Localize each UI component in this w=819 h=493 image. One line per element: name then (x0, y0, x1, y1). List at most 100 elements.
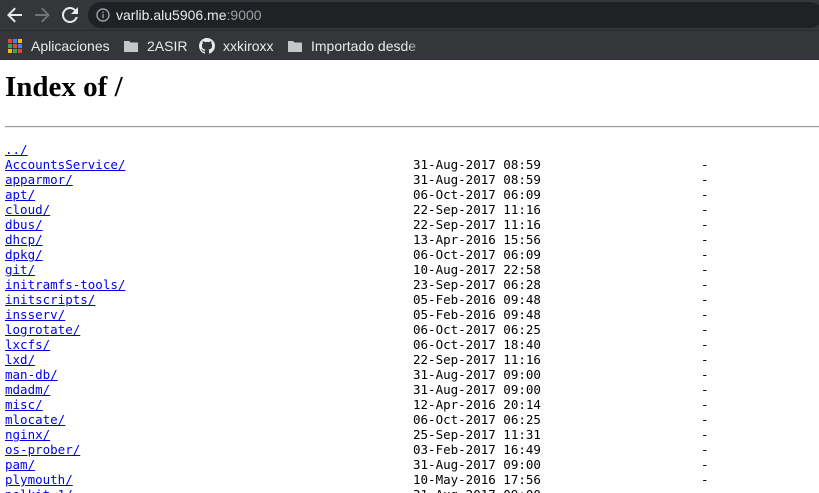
bookmark-xxkiroxx[interactable]: xxkiroxx (199, 37, 274, 55)
forward-button[interactable] (32, 5, 52, 25)
arrow-left-icon (7, 7, 22, 23)
entry-size: - (701, 427, 709, 442)
list-item: insserv/05-Feb-2016 09:48 - (5, 307, 819, 322)
entry-size: - (701, 232, 709, 247)
entry-link[interactable]: lxd/ (5, 352, 35, 367)
list-item: mdadm/31-Aug-2017 09:00 - (5, 382, 819, 397)
entry-size: - (701, 382, 709, 397)
url-port: :9000 (226, 7, 262, 23)
entry-link[interactable]: man-db/ (5, 367, 58, 382)
folder-icon (288, 41, 302, 52)
entry-date: 31-Aug-2017 09:00 (413, 382, 541, 397)
entry-date: 03-Feb-2017 16:49 (413, 442, 541, 457)
list-item: man-db/31-Aug-2017 09:00 - (5, 367, 819, 382)
entry-date: 31-Aug-2017 08:59 (413, 157, 541, 172)
info-icon[interactable] (96, 8, 110, 22)
entry-date: 31-Aug-2017 08:59 (413, 172, 541, 187)
entry-date: 05-Feb-2016 09:48 (413, 292, 541, 307)
list-item: apparmor/31-Aug-2017 08:59 - (5, 172, 819, 187)
reload-button[interactable] (60, 5, 80, 25)
entry-date: 23-Sep-2017 06:28 (413, 277, 541, 292)
entry-size: - (701, 157, 709, 172)
entry-date: 25-Sep-2017 11:31 (413, 427, 541, 442)
entry-link[interactable]: dhcp/ (5, 232, 43, 247)
list-item: pam/31-Aug-2017 09:00 - (5, 457, 819, 472)
folder-icon (124, 41, 138, 52)
entry-size: - (701, 172, 709, 187)
back-button[interactable] (5, 5, 25, 25)
entry-link[interactable]: mdadm/ (5, 382, 50, 397)
list-item: lxcfs/06-Oct-2017 18:40 - (5, 337, 819, 352)
entry-size: - (701, 472, 709, 487)
entry-date: 06-Oct-2017 06:25 (413, 322, 541, 337)
bookmark-apps[interactable]: Aplicaciones (7, 37, 110, 55)
url-text[interactable]: varlib.alu5906.me:9000 (116, 6, 262, 24)
entry-size: - (701, 412, 709, 427)
entry-link[interactable]: nginx/ (5, 427, 50, 442)
bookmark-label: 2ASIR (147, 38, 188, 54)
entry-date: 22-Sep-2017 11:16 (413, 352, 541, 367)
bookmark-importado[interactable]: Importado desde (287, 37, 427, 55)
reload-icon (62, 7, 78, 23)
entry-link[interactable]: plymouth/ (5, 472, 73, 487)
entry-date: 31-Aug-2017 09:00 (413, 457, 541, 472)
bookmark-label: Aplicaciones (31, 38, 110, 54)
entry-size: - (701, 337, 709, 352)
entry-date: 22-Sep-2017 11:16 (413, 202, 541, 217)
list-item: git/10-Aug-2017 22:58 - (5, 262, 819, 277)
bookmark-label: xxkiroxx (223, 38, 274, 54)
entry-link[interactable]: dpkg/ (5, 247, 43, 262)
browser-toolbar: varlib.alu5906.me:9000 (0, 0, 819, 30)
entry-size: - (701, 277, 709, 292)
entry-link[interactable]: dbus/ (5, 217, 43, 232)
entry-link[interactable]: insserv/ (5, 307, 65, 322)
entry-link[interactable]: initramfs-tools/ (5, 277, 125, 292)
bookmark-2asir[interactable]: 2ASIR (123, 37, 187, 55)
github-icon (199, 38, 215, 54)
entry-link[interactable]: mlocate/ (5, 412, 65, 427)
entry-link[interactable]: lxcfs/ (5, 337, 50, 352)
entry-link[interactable]: polkit-1/ (5, 487, 73, 493)
list-item: AccountsService/31-Aug-2017 08:59 - (5, 157, 819, 172)
entry-link[interactable]: logrotate/ (5, 322, 80, 337)
entry-size: - (701, 442, 709, 457)
file-listing: ../AccountsService/31-Aug-2017 08:59- app… (5, 142, 819, 493)
list-item: nginx/25-Sep-2017 11:31 - (5, 427, 819, 442)
entry-link[interactable]: cloud/ (5, 202, 50, 217)
entry-link[interactable]: apparmor/ (5, 172, 73, 187)
entry-size: - (701, 457, 709, 472)
entry-link[interactable]: os-prober/ (5, 442, 80, 457)
address-bar[interactable]: varlib.alu5906.me:9000 (88, 2, 819, 28)
entry-size: - (701, 202, 709, 217)
list-item: logrotate/06-Oct-2017 06:25 - (5, 322, 819, 337)
entry-link[interactable]: AccountsService/ (5, 157, 125, 172)
entry-date: 06-Oct-2017 06:25 (413, 412, 541, 427)
entry-link[interactable]: initscripts/ (5, 292, 95, 307)
entry-date: 06-Oct-2017 06:09 (413, 247, 541, 262)
url-host: varlib.alu5906.me (116, 7, 227, 23)
entry-link[interactable]: misc/ (5, 397, 43, 412)
arrow-right-icon (35, 7, 50, 23)
list-item: os-prober/03-Feb-2017 16:49 - (5, 442, 819, 457)
list-item: apt/06-Oct-2017 06:09 - (5, 187, 819, 202)
entry-size: - (701, 397, 709, 412)
entry-size: - (701, 367, 709, 382)
entry-size: - (701, 307, 709, 322)
bookmark-label: Importado desde (311, 38, 417, 54)
entry-link[interactable]: apt/ (5, 187, 35, 202)
entry-link[interactable]: ../ (5, 142, 28, 157)
entry-link[interactable]: pam/ (5, 457, 35, 472)
entry-size: - (701, 262, 709, 277)
divider (5, 126, 819, 128)
entry-link[interactable]: git/ (5, 262, 35, 277)
list-item: cloud/22-Sep-2017 11:16 - (5, 202, 819, 217)
page-content: Index of / ../AccountsService/31-Aug-201… (0, 60, 819, 493)
entry-date: 10-Aug-2017 22:58 (413, 262, 541, 277)
list-item: dbus/22-Sep-2017 11:16 - (5, 217, 819, 232)
entry-size: - (701, 292, 709, 307)
list-item: dpkg/06-Oct-2017 06:09 - (5, 247, 819, 262)
entry-size: - (701, 187, 709, 202)
list-item: misc/12-Apr-2016 20:14 - (5, 397, 819, 412)
entry-date: 13-Apr-2016 15:56 (413, 232, 541, 247)
list-item: initscripts/05-Feb-2016 09:48 - (5, 292, 819, 307)
